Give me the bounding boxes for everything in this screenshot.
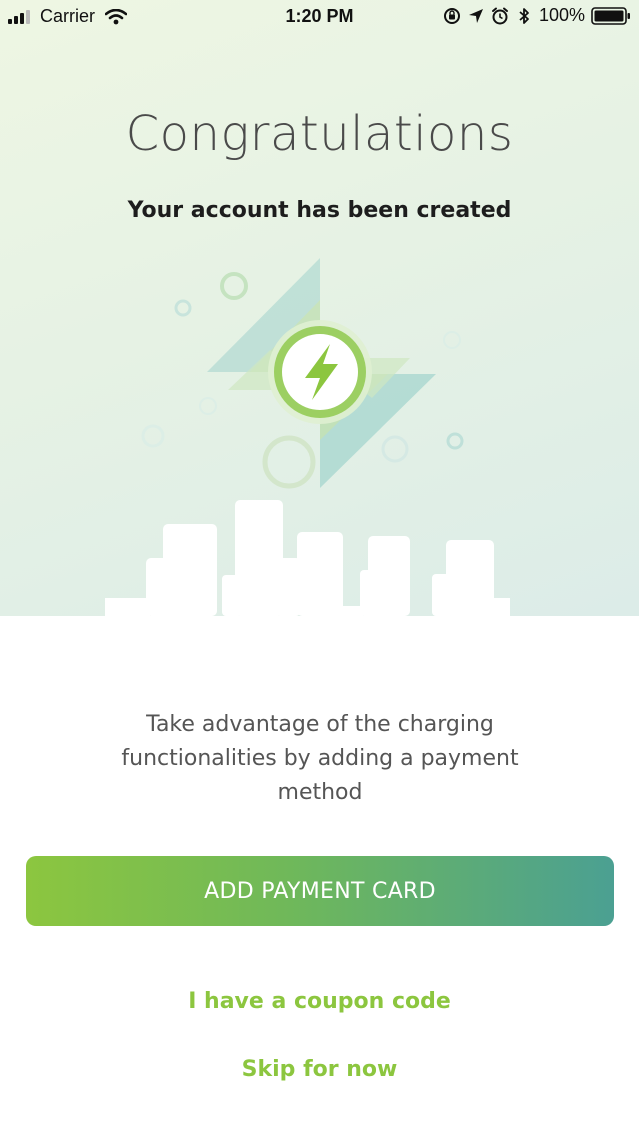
bubble-decoration	[262, 435, 316, 489]
add-payment-card-button[interactable]: ADD PAYMENT CARD	[26, 856, 614, 926]
hero-section: Carrier 1:20 PM 100% Congratulations You…	[0, 0, 639, 616]
bubble-decoration	[381, 435, 409, 463]
alarm-icon	[491, 7, 508, 24]
account-created-screen: Carrier 1:20 PM 100% Congratulations You…	[0, 0, 639, 1136]
charging-illustration	[105, 258, 510, 616]
battery-label: 100%	[538, 5, 585, 25]
location-icon	[468, 8, 483, 23]
page-subtitle: Your account has been created	[127, 198, 512, 223]
payment-prompt-text: Take advantage of the charging functiona…	[121, 712, 519, 805]
bluetooth-icon	[519, 7, 529, 24]
status-bar-right: 100%	[443, 5, 631, 26]
bubble-decoration	[174, 299, 192, 317]
skip-for-now-link[interactable]: Skip for now	[0, 1057, 639, 1082]
battery-icon	[591, 6, 630, 25]
bubble-decoration	[220, 272, 248, 300]
bubble-decoration	[446, 432, 464, 450]
bubble-decoration	[199, 397, 217, 415]
orientation-lock-icon	[443, 7, 460, 24]
page-title: Congratulations	[125, 106, 514, 162]
bubble-decoration	[443, 331, 461, 349]
status-bar: Carrier 1:20 PM 100%	[0, 0, 639, 34]
coupon-code-link[interactable]: I have a coupon code	[0, 989, 639, 1014]
bubble-decoration	[141, 424, 165, 448]
city-skyline	[105, 500, 510, 616]
